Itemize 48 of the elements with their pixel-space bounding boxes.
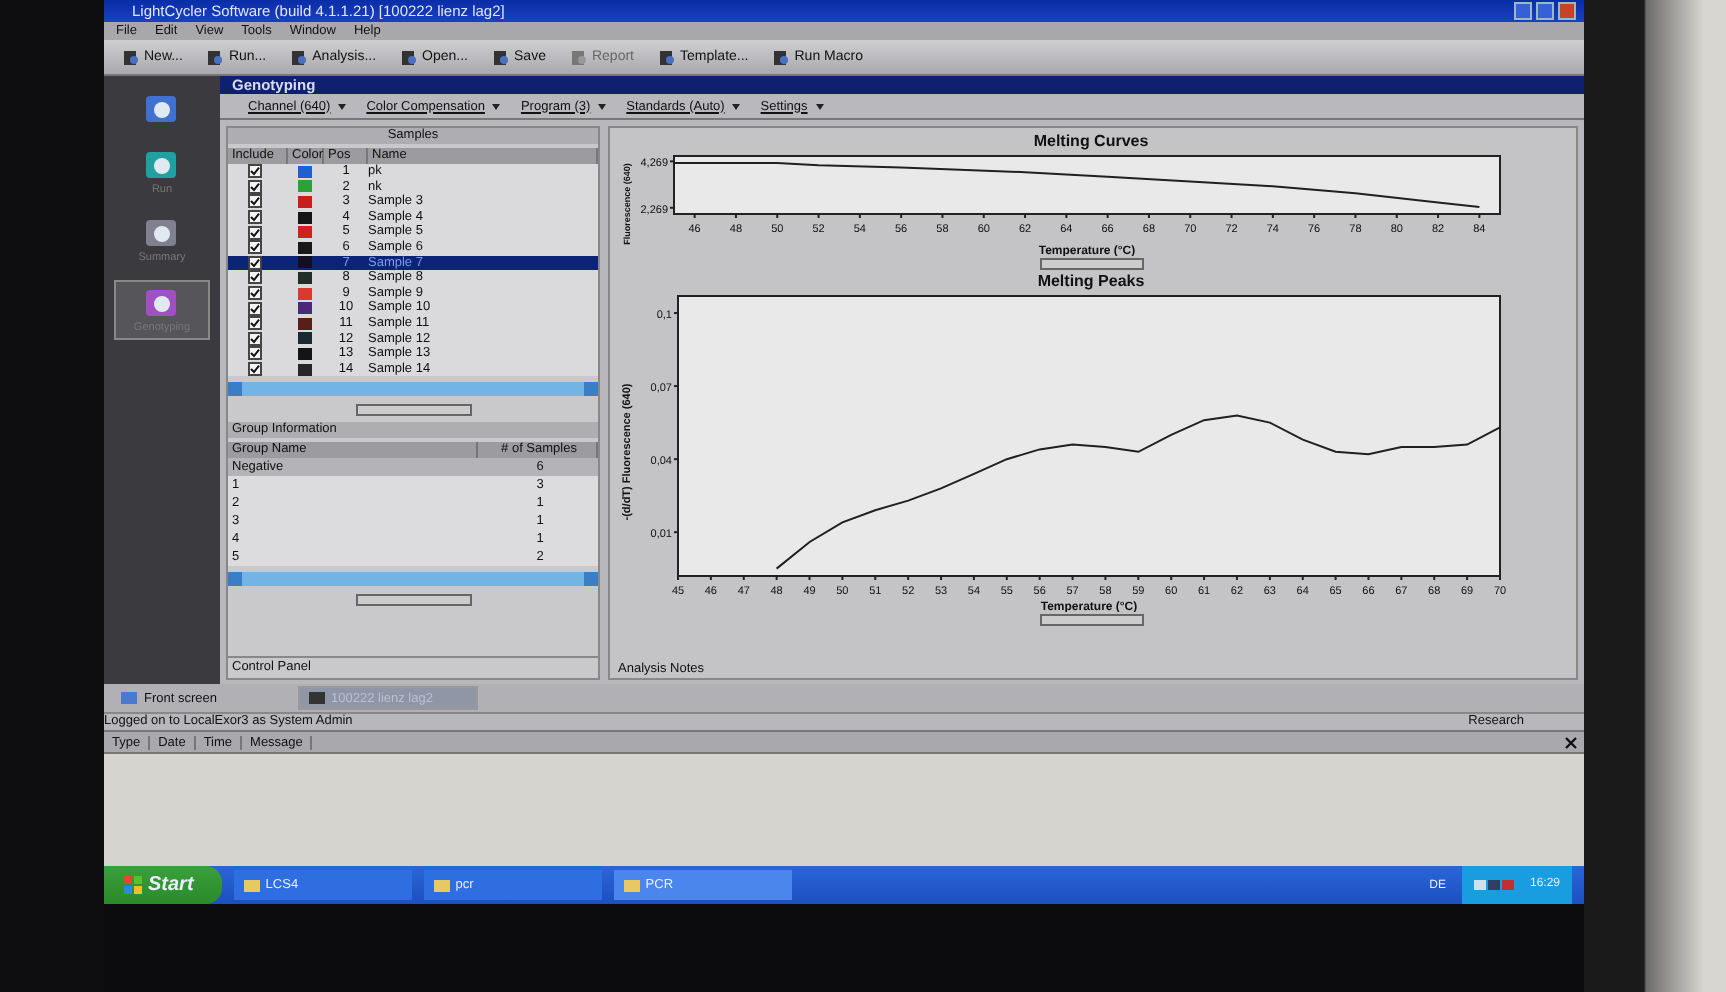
document-icon	[772, 49, 791, 65]
checkbox[interactable]	[248, 210, 262, 225]
checkbox[interactable]	[248, 179, 262, 194]
caret-icon	[815, 103, 824, 109]
maximize-button[interactable]	[1536, 2, 1554, 20]
document-icon	[400, 49, 419, 65]
checkbox[interactable]	[248, 301, 262, 316]
splitter-handle[interactable]	[1039, 258, 1143, 270]
splitter-handle[interactable]	[1039, 614, 1143, 626]
minimize-button[interactable]	[1514, 2, 1532, 20]
checkbox[interactable]	[248, 286, 262, 301]
folder-icon	[243, 878, 260, 892]
document-icon	[206, 49, 225, 65]
document-icon	[492, 49, 511, 65]
folder-icon	[433, 878, 450, 892]
flag-icon	[124, 876, 142, 894]
splitter-handle[interactable]	[355, 404, 471, 417]
chart-title: Melting Curves	[1031, 132, 1151, 152]
folder-icon	[623, 878, 640, 892]
module-icon	[142, 286, 182, 322]
checkbox[interactable]	[248, 331, 262, 346]
window-icon	[120, 690, 138, 706]
checkbox[interactable]	[248, 255, 262, 270]
document-icon	[569, 49, 588, 65]
module-icon	[142, 92, 182, 128]
scrollbar[interactable]	[228, 572, 598, 587]
document-icon	[122, 49, 140, 65]
module-icon	[142, 216, 182, 252]
module-icon	[142, 148, 182, 184]
checkbox[interactable]	[248, 225, 262, 240]
caret-icon	[732, 103, 741, 109]
chart-title: Melting Peaks	[1035, 272, 1147, 292]
checkbox[interactable]	[248, 270, 262, 285]
caret-icon	[598, 103, 607, 109]
close-icon[interactable]	[1564, 735, 1578, 749]
caret-icon	[492, 103, 501, 109]
document-icon	[658, 49, 676, 65]
checkbox[interactable]	[248, 194, 262, 209]
checkbox[interactable]	[248, 240, 262, 255]
checkbox[interactable]	[248, 346, 262, 361]
document-icon	[290, 49, 309, 65]
window-icon	[307, 690, 325, 706]
caret-icon	[338, 103, 347, 109]
checkbox[interactable]	[248, 164, 262, 179]
scrollbar[interactable]	[228, 382, 598, 397]
checkbox[interactable]	[248, 316, 262, 331]
checkbox[interactable]	[248, 362, 262, 377]
splitter-handle[interactable]	[355, 594, 471, 607]
